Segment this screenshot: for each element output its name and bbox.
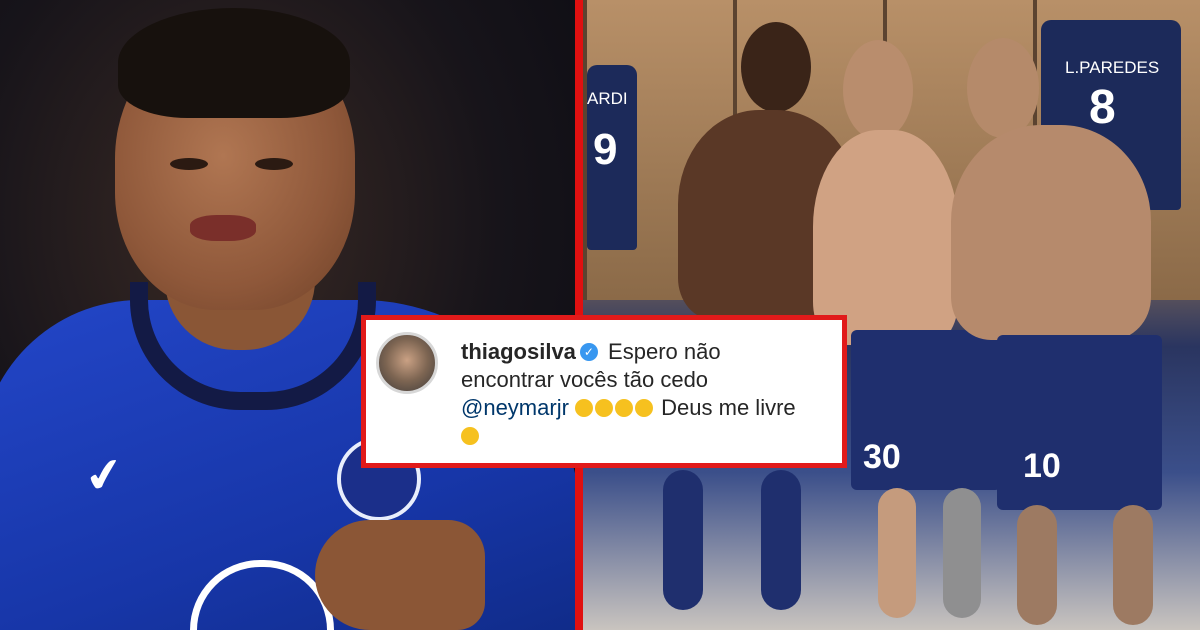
jersey-number: 9 <box>593 125 618 174</box>
avatar[interactable] <box>376 332 438 394</box>
laughing-face-emoji-icon <box>635 398 654 417</box>
comment-line-2: encontrar vocês tão cedo <box>461 367 709 392</box>
player-sock <box>663 470 703 610</box>
player-head <box>843 40 913 140</box>
swoosh-logo-icon: ✔ <box>80 446 128 504</box>
verified-badge-icon: ✓ <box>579 343 598 362</box>
comment-mention[interactable]: @neymarjr <box>461 395 569 420</box>
right-eye <box>255 158 293 170</box>
emoji-row <box>575 395 655 420</box>
player-head <box>741 22 811 112</box>
player-leg <box>943 488 981 618</box>
comment-line-1: Espero não <box>608 339 721 364</box>
instagram-comment-card: thiagosilva ✓ Espero não encontrar vocês … <box>361 315 847 468</box>
player-torso <box>813 130 958 345</box>
player-hand <box>315 520 485 630</box>
player-leg <box>1113 505 1153 625</box>
jersey-name: L.PAREDES <box>1065 58 1160 77</box>
player-leg <box>1017 505 1057 625</box>
player-sock <box>761 470 801 610</box>
shorts-number: 30 <box>863 438 901 476</box>
comment-username[interactable]: thiagosilva <box>461 339 576 364</box>
player-leg <box>878 488 916 618</box>
comment-text: thiagosilva ✓ Espero não encontrar vocês … <box>461 338 831 450</box>
hanging-jersey: ARDI 9 <box>587 65 637 250</box>
player-mouth <box>190 215 256 241</box>
player-shorts: 10 <box>997 335 1162 510</box>
laughing-face-emoji-icon <box>575 398 594 417</box>
player-hair <box>118 8 350 118</box>
shorts-number: 10 <box>1023 447 1061 485</box>
player-head <box>967 38 1039 138</box>
laughing-face-emoji-icon <box>595 398 614 417</box>
comment-tail: Deus me livre <box>661 395 796 420</box>
jersey-name: ARDI <box>587 89 628 108</box>
player-torso <box>951 125 1151 340</box>
smiling-face-emoji-icon <box>461 426 479 445</box>
left-eye <box>170 158 208 170</box>
player-shorts: 30 <box>851 330 1001 490</box>
jersey-number: 8 <box>1089 81 1116 134</box>
laughing-face-emoji-icon <box>615 398 634 417</box>
